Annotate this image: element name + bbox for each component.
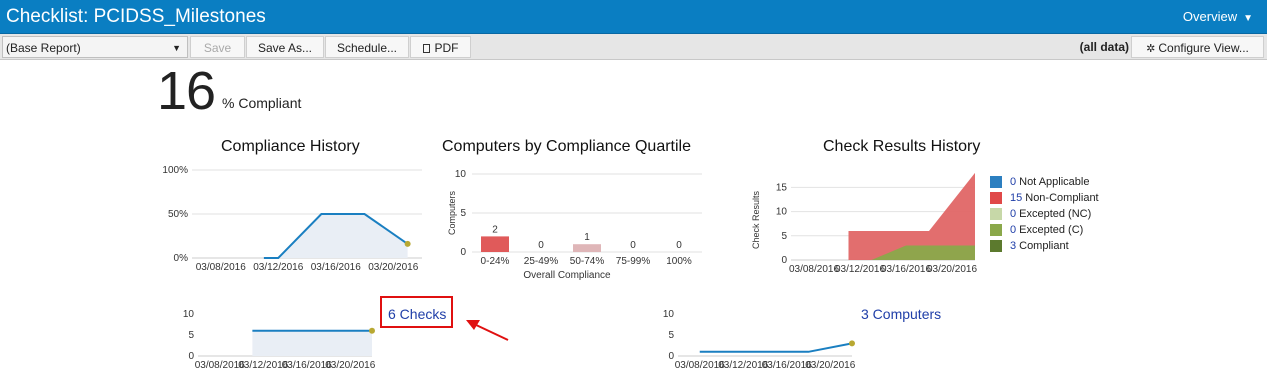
- legend-count: 0: [1010, 224, 1017, 236]
- y-tick-label: 15: [776, 182, 788, 193]
- bar: [573, 244, 601, 252]
- bar-value-label: 0: [538, 240, 544, 251]
- x-tick-label: 03/20/2016: [805, 360, 855, 371]
- all-data-label: (all data): [1079, 40, 1129, 54]
- y-tick-label: 50%: [168, 209, 188, 220]
- bar-value-label: 1: [584, 232, 590, 243]
- y-tick-label: 100%: [162, 165, 188, 176]
- legend-item-not-applicable[interactable]: 0 Not Applicable: [990, 176, 1099, 192]
- y-axis-label: Computers: [447, 190, 457, 235]
- check-results-history-chart: 0 5 10 15 03/08/201603/12/201603/16/201603/2…: [751, 172, 977, 275]
- x-tick-label: 0-24%: [481, 256, 510, 267]
- x-tick-label: 03/08/2016: [789, 264, 839, 275]
- y-tick-label: 10: [455, 169, 467, 180]
- pdf-icon: [422, 44, 430, 53]
- y-tick-label: 0: [188, 351, 194, 362]
- legend-count: 3: [1010, 240, 1017, 252]
- pdf-button[interactable]: PDF: [410, 36, 471, 58]
- overview-menu[interactable]: Overview ▼: [1183, 9, 1253, 24]
- legend-label: Compliant: [1019, 240, 1069, 252]
- bar: [481, 236, 509, 252]
- legend-count: 15: [1010, 192, 1023, 204]
- red-arrow-icon: [466, 320, 509, 341]
- compliance-percent: 16: [157, 61, 216, 121]
- x-tick-label: 03/12/2016: [835, 264, 885, 275]
- bar-value-label: 0: [630, 240, 636, 251]
- check-results-legend: 0 Not Applicable 15 Non-Compliant 0 Excepte…: [990, 176, 1099, 256]
- legend-swatch: [990, 208, 1002, 220]
- y-tick-label: 5: [781, 231, 787, 242]
- legend-swatch: [990, 176, 1002, 188]
- x-tick-label: 03/16/2016: [311, 262, 361, 273]
- bar-value-label: 2: [492, 224, 498, 235]
- legend-swatch: [990, 224, 1002, 236]
- gear-icon: ✲: [1146, 43, 1156, 55]
- legend-label: Excepted (NC): [1019, 208, 1092, 220]
- x-tick-label: 100%: [666, 256, 692, 267]
- legend-item-compliant[interactable]: 3 Compliant: [990, 240, 1099, 256]
- x-tick-label: 03/20/2016: [368, 262, 418, 273]
- legend-item-excepted-nc[interactable]: 0 Excepted (NC): [990, 208, 1099, 224]
- y-tick-label: 5: [668, 330, 674, 341]
- highlight-box: [380, 296, 453, 328]
- save-button[interactable]: Save: [190, 36, 245, 58]
- sparkline-point: [849, 340, 855, 347]
- configure-view-label: Configure View...: [1158, 41, 1249, 55]
- y-tick-label: 10: [776, 207, 788, 218]
- legend-item-non-compliant[interactable]: 15 Non-Compliant: [990, 192, 1099, 208]
- schedule-button[interactable]: Schedule...: [325, 36, 409, 58]
- configure-view-button[interactable]: ✲ Configure View...: [1131, 36, 1264, 58]
- bar-value-label: 0: [676, 240, 682, 251]
- legend-label: Not Applicable: [1019, 176, 1090, 188]
- y-tick-label: 5: [188, 330, 194, 341]
- checks-sparkline-chart: 051003/08/201603/12/201603/16/201603/20/…: [183, 309, 376, 371]
- report-select[interactable]: (Base Report) ▼: [2, 36, 188, 58]
- compliance-history-chart: 0% 50% 100% 03/08/2016 03/12/2016 03/16/2016 0…: [162, 165, 422, 273]
- save-as-button[interactable]: Save As...: [246, 36, 324, 58]
- x-tick-label: 50-74%: [570, 256, 605, 267]
- compliance-percent-label: % Compliant: [222, 95, 302, 111]
- pdf-label: PDF: [434, 41, 459, 55]
- overview-label: Overview: [1182, 9, 1238, 24]
- page-title: Checklist: PCIDSS_Milestones: [6, 6, 266, 27]
- y-tick-label: 10: [183, 309, 195, 320]
- title-bar: Checklist: PCIDSS_Milestones Overview ▼: [0, 0, 1267, 34]
- y-axis-label: Check Results: [751, 190, 761, 249]
- legend-item-excepted-c[interactable]: 0 Excepted (C): [990, 224, 1099, 240]
- x-tick-label: 03/20/2016: [927, 264, 977, 275]
- y-tick-label: 0: [781, 255, 787, 266]
- x-tick-label: 03/16/2016: [881, 264, 931, 275]
- history-point: [404, 240, 411, 247]
- computers-sparkline-chart: 051003/08/201603/12/201603/16/201603/20/…: [663, 309, 856, 371]
- report-select-value: (Base Report): [6, 41, 81, 55]
- legend-swatch: [990, 192, 1002, 204]
- x-axis-label: Overall Compliance: [523, 270, 611, 280]
- y-tick-label: 0%: [174, 253, 189, 264]
- compliance-quartile-chart: 0 5 10 2 0-24% 0 25-49% 1 50-74% 0 75-99% 0 100% Over…: [447, 169, 702, 280]
- computers-link[interactable]: 3 Computers: [861, 306, 941, 322]
- compliance-history-title: Compliance History: [221, 138, 360, 155]
- quartile-chart-title: Computers by Compliance Quartile: [442, 138, 691, 155]
- x-tick-label: 25-49%: [524, 256, 559, 267]
- legend-label: Excepted (C): [1019, 224, 1084, 236]
- x-tick-label: 75-99%: [616, 256, 651, 267]
- legend-swatch: [990, 240, 1002, 252]
- check-results-title: Check Results History: [823, 138, 981, 155]
- sparkline-area: [252, 330, 372, 356]
- caret-down-icon: ▼: [1243, 13, 1253, 24]
- x-tick-label: 03/08/2016: [196, 262, 246, 273]
- sparkline: [699, 342, 853, 353]
- y-tick-label: 5: [460, 208, 466, 219]
- legend-count: 0: [1010, 208, 1017, 220]
- y-tick-label: 0: [668, 351, 674, 362]
- x-tick-label: 03/12/2016: [253, 262, 303, 273]
- dropdown-arrow-icon: ▼: [172, 43, 181, 53]
- toolbar: (Base Report) ▼ Save Save As... Schedule.…: [0, 34, 1267, 60]
- y-tick-label: 0: [460, 247, 466, 258]
- legend-count: 0: [1010, 176, 1017, 188]
- sparkline-point: [369, 327, 375, 334]
- x-tick-label: 03/20/2016: [325, 360, 375, 371]
- y-tick-label: 10: [663, 309, 675, 320]
- legend-label: Non-Compliant: [1025, 192, 1099, 204]
